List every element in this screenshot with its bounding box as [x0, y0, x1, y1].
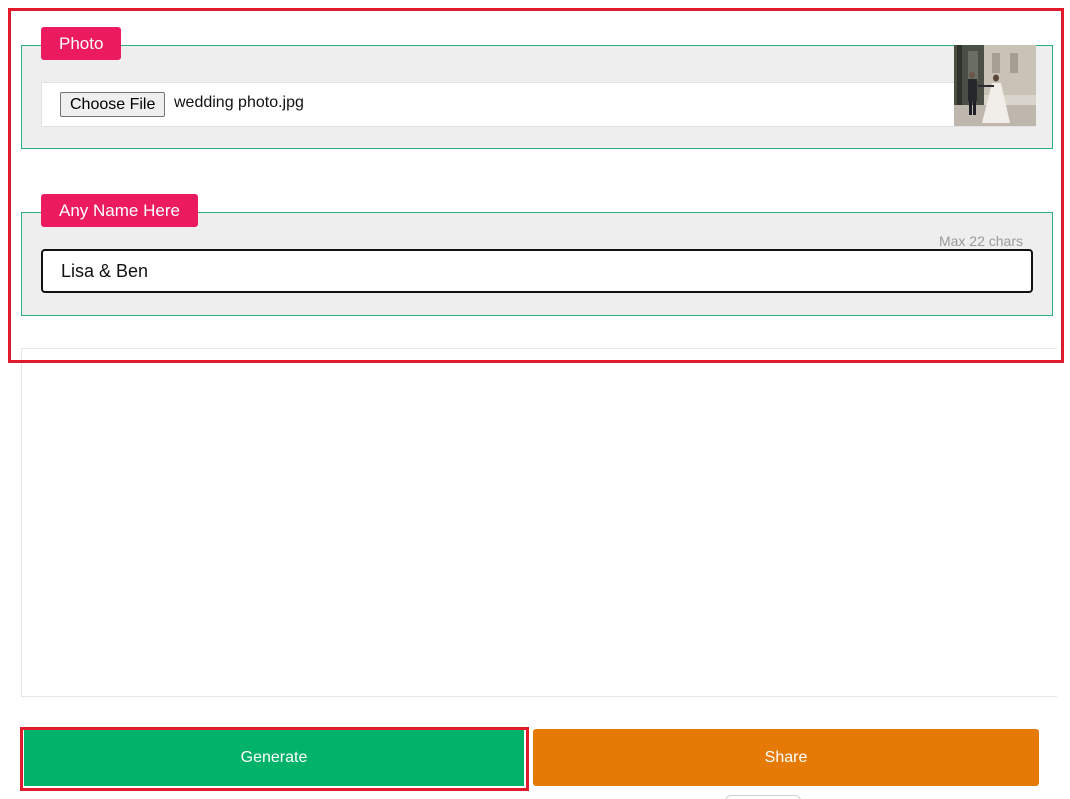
- highlight-generate-button: [20, 727, 529, 791]
- highlight-form-region: [8, 8, 1064, 363]
- share-button[interactable]: Share: [533, 729, 1039, 786]
- partial-bottom-element: [725, 795, 801, 799]
- page: Photo Choose File wedding photo.jpg Any …: [0, 0, 1070, 799]
- preview-area: [21, 348, 1057, 697]
